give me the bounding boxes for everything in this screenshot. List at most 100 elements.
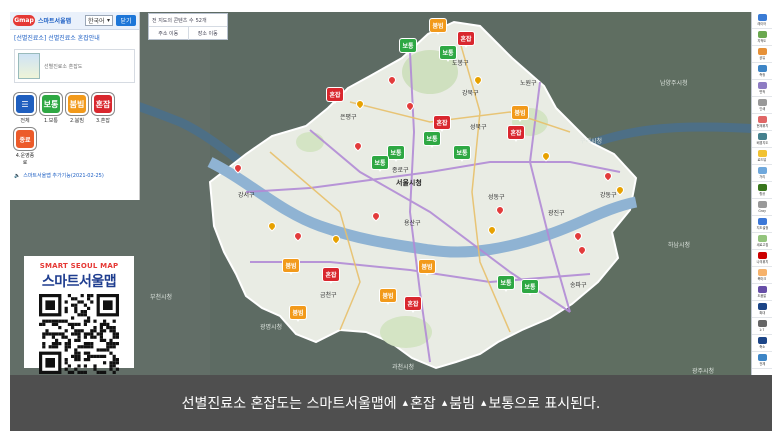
legend-item-normal[interactable]: 보통 1.보통 [40,93,62,124]
theme-card[interactable]: 선별진료소 혼잡도 [14,49,135,83]
clinic-marker[interactable]: 혼잡 [327,88,343,104]
legend-item-closed[interactable]: 종료 4.운영종료 [14,128,36,166]
toolbar-button[interactable]: 전체 [752,352,772,369]
qr-module [83,342,87,346]
toolbar-button[interactable]: 1:7 [752,318,772,335]
qr-module [74,351,78,355]
qr-module [93,367,97,371]
clinic-marker[interactable]: 보통 [454,146,470,162]
clinic-marker[interactable]: 보통 [440,46,456,62]
theme-label: 선별진료소 혼잡도 [44,63,83,70]
qr-module [39,322,43,326]
clinic-marker[interactable]: 붐빔 [290,306,306,322]
toolbar-button[interactable]: 새로고침 [752,233,772,250]
clinic-marker[interactable]: 혼잡 [323,268,339,284]
toolbar-button[interactable]: 지적도 [752,29,772,46]
qr-module [87,354,91,358]
toolbar-button[interactable]: 공유 [752,46,772,63]
place-move-button[interactable]: 장소 이동 [189,27,228,40]
clinic-marker[interactable]: 혼잡 [434,116,450,132]
theme-thumbnail [18,53,40,79]
clinic-marker[interactable]: 보통 [498,276,514,292]
clinic-marker[interactable]: 붐빔 [419,260,435,276]
qr-module [112,332,116,336]
qr-module [61,335,65,339]
qr-module [83,364,87,368]
qr-module [64,361,68,365]
clinic-marker[interactable]: 보통 [424,132,440,148]
qr-code-icon [39,294,119,374]
qr-module [106,322,110,326]
clinic-marker[interactable]: 보통 [388,146,404,162]
toolbar-button[interactable]: 나의위치 [752,250,772,267]
update-note[interactable]: 🔈 스마트서울맵 추가기능(2021-02-25) [10,166,139,185]
toolbar-button[interactable]: 북마크 [752,267,772,284]
legend-item-all[interactable]: ☰ 전체 [14,93,36,124]
qr-module [64,345,68,349]
toolbar-button[interactable]: 확대 [752,301,772,318]
qr-module [74,306,78,310]
legend-item-crowded[interactable]: 혼잡 3.혼잡 [92,93,114,124]
qr-module [87,294,91,298]
qr-module [74,358,78,362]
legend-item-busy[interactable]: 붐빔 2.붐빔 [66,93,88,124]
qr-module [87,351,91,355]
toolbar-button[interactable]: 면적 [752,80,772,97]
qr-module [109,361,113,365]
toolbar-button[interactable]: 도움말 [752,284,772,301]
clinic-marker[interactable]: 보통 [400,39,416,55]
qr-module [64,306,68,310]
qr-module [55,319,59,323]
clinic-marker[interactable]: 붐빔 [283,259,299,275]
qr-module [77,300,81,304]
qr-module [103,354,107,358]
gmap-logo[interactable]: Gmap [13,15,35,26]
qr-module [109,345,113,349]
toolbar-icon [757,183,767,191]
close-label: 닫기 [120,18,132,25]
place-label: 서울시청 [396,179,422,187]
clinic-marker[interactable]: 붐빔 [430,19,446,35]
toolbar-button[interactable]: 축소 [752,335,772,352]
toolbar-button[interactable]: 레이어 [752,12,772,29]
toolbar-button[interactable]: 측정 [752,63,772,80]
toolbar-button[interactable]: 지도설정 [752,216,772,233]
language-select[interactable]: 한국어 ▾ [85,15,113,26]
qr-module [83,303,87,307]
toolbar-button[interactable]: 인쇄 [752,97,772,114]
clinic-marker[interactable]: 보통 [372,156,388,172]
qr-module [71,326,75,330]
qr-module [99,354,103,358]
toolbar-icon [757,115,767,123]
clinic-marker[interactable]: 혼잡 [405,297,421,313]
toolbar-button[interactable]: 현재위치 [752,114,772,131]
clinic-marker[interactable]: 혼잡 [508,126,524,142]
toolbar-label: 측정 [759,72,765,77]
clinic-marker[interactable]: 붐빔 [512,106,528,122]
qr-module [112,361,116,365]
toolbar-button[interactable]: 거리 [752,165,772,182]
qr-module [103,322,107,326]
toolbar-label: 도움말 [757,293,767,298]
clinic-marker[interactable]: 붐빔 [380,289,396,305]
toolbar-icon [757,98,767,106]
place-label: 강동구 [600,192,617,199]
qr-module [96,370,100,374]
toolbar-button[interactable]: 배경지도 [752,131,772,148]
toolbar-button[interactable]: 로드뷰 [752,148,772,165]
content-count: 52개 [195,17,207,24]
qr-module [55,322,59,326]
clinic-marker[interactable]: 혼잡 [458,32,474,48]
toolbar-button[interactable]: 항공 [752,182,772,199]
place-label: 광주시청 [692,368,715,375]
place-label: 남양주시청 [660,80,688,87]
clinic-marker[interactable]: 보통 [522,280,538,296]
map-toolbar: 레이어 지적도 공유측정면적인쇄 현재위치 배경지도 로드뷰 거리 항공 Gray 지도설정 새로고… [751,12,772,375]
qr-module [77,345,81,349]
close-button[interactable]: 닫기 [116,15,136,26]
toolbar-button[interactable]: Gray [752,199,772,216]
toolbar-label: 면적 [759,89,765,94]
toolbar-label: 축소 [759,344,765,349]
qr-module [115,367,119,371]
address-move-button[interactable]: 주소 이동 [149,27,189,40]
